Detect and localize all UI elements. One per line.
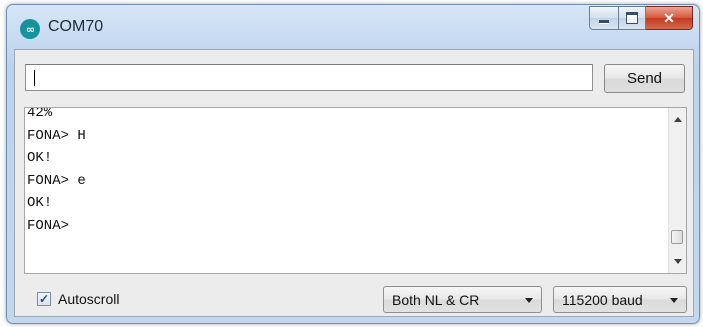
baud-rate-value: 115200 baud	[562, 292, 643, 308]
output-line: FONA>	[27, 217, 70, 234]
output-line: FONA> H	[27, 127, 86, 144]
baud-rate-select[interactable]: 115200 baud	[553, 286, 687, 313]
maximize-icon	[626, 12, 638, 24]
line-ending-select[interactable]: Both NL & CR	[383, 286, 542, 313]
scrollbar-thumb[interactable]	[671, 230, 683, 244]
send-button[interactable]: Send	[604, 64, 685, 93]
autoscroll-label[interactable]: Autoscroll	[58, 291, 119, 307]
bottom-toolbar: ✓ Autoscroll Both NL & CR 115200 baud	[15, 274, 693, 316]
window-title: COM70	[48, 18, 104, 35]
serial-monitor-window: ∞ COM70 ✕ Send 42% FONA> H OK! FONA> e O…	[6, 4, 700, 324]
serial-output-area[interactable]: 42% FONA> H OK! FONA> e OK! FONA>	[24, 107, 687, 274]
arduino-logo-icon: ∞	[20, 19, 40, 39]
line-ending-value: Both NL & CR	[392, 292, 480, 308]
autoscroll-checkbox[interactable]: ✓	[37, 292, 51, 306]
output-line: OK!	[27, 150, 53, 166]
dropdown-arrow-icon	[525, 298, 533, 303]
scroll-up-arrow-icon[interactable]	[674, 117, 682, 122]
serial-monitor-client: Send 42% FONA> H OK! FONA> e OK! FONA> ✓…	[14, 49, 694, 317]
output-lines: 42% FONA> H OK! FONA> e OK! FONA>	[27, 107, 86, 237]
vertical-scrollbar[interactable]	[668, 108, 686, 273]
minimize-icon	[599, 20, 609, 23]
scroll-down-arrow-icon[interactable]	[674, 259, 682, 264]
output-line: 42%	[27, 107, 53, 121]
maximize-button[interactable]	[619, 6, 646, 30]
dropdown-arrow-icon	[670, 298, 678, 303]
window-controls: ✕	[589, 6, 693, 30]
output-line: OK!	[27, 195, 53, 211]
serial-input-field[interactable]	[25, 64, 593, 91]
title-bar[interactable]: ∞ COM70 ✕	[7, 5, 699, 45]
text-caret	[34, 70, 35, 86]
close-button[interactable]: ✕	[646, 6, 693, 30]
minimize-button[interactable]	[589, 6, 619, 30]
checkmark-icon: ✓	[38, 292, 50, 306]
output-line: FONA> e	[27, 172, 86, 189]
close-icon: ✕	[663, 9, 675, 26]
